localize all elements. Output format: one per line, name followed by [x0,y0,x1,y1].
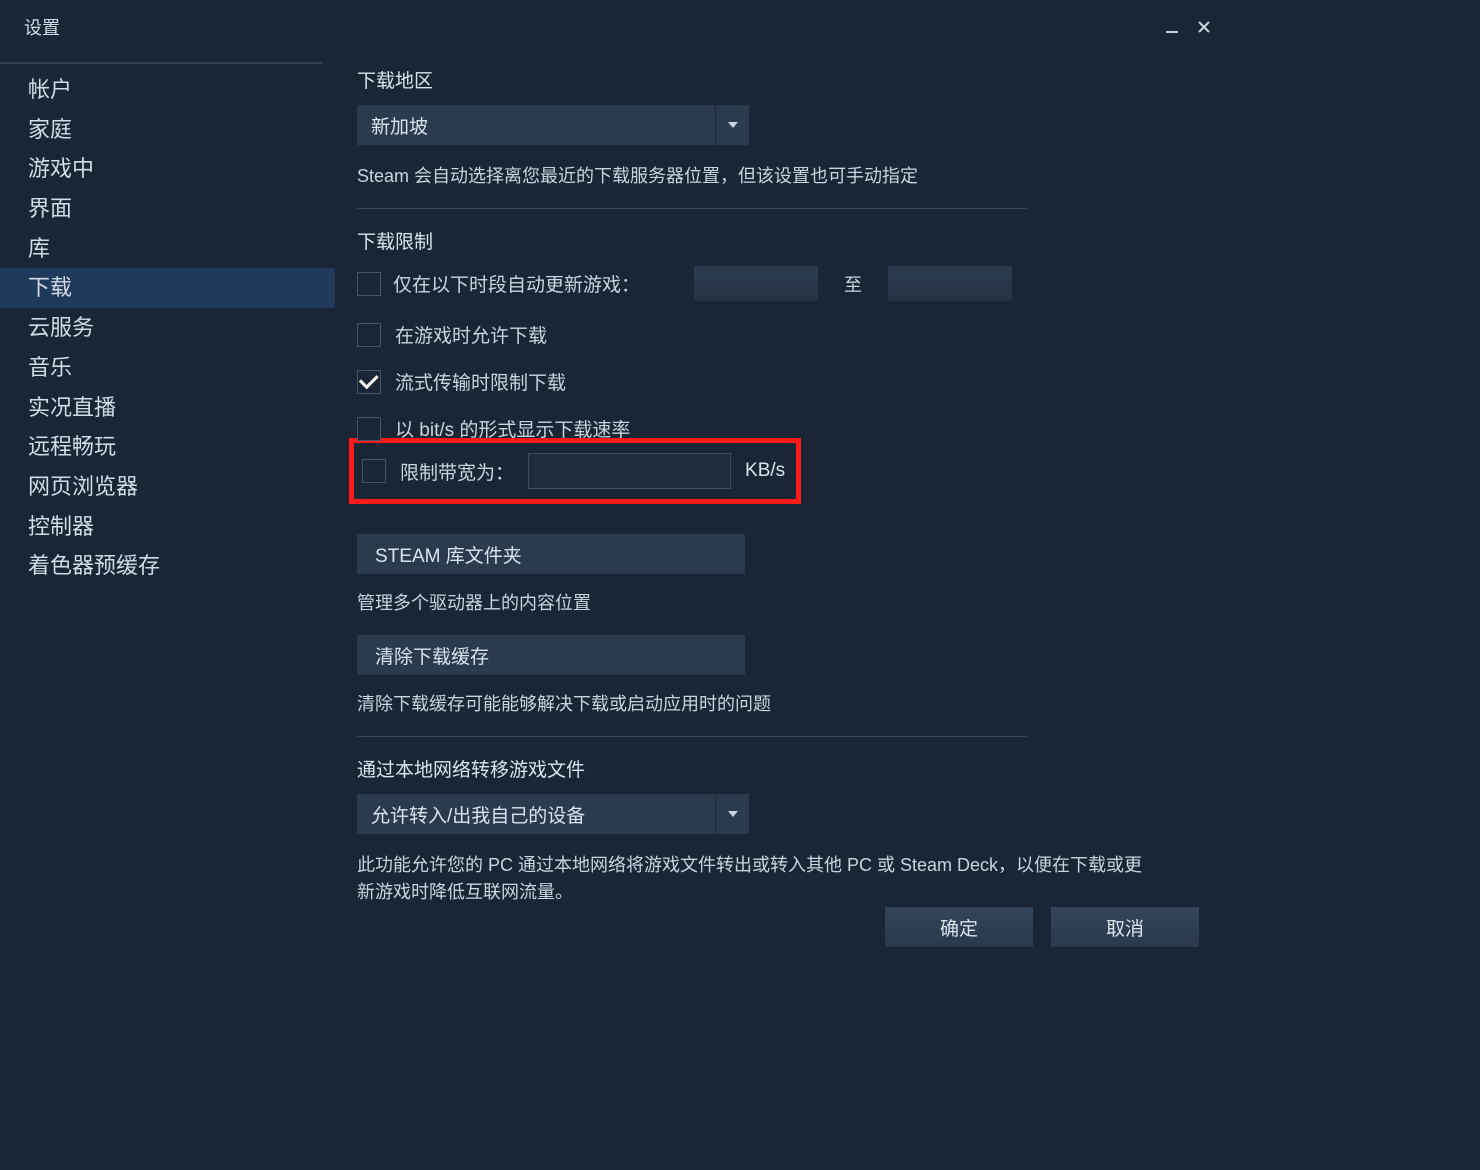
lan-transfer-value: 允许转入/出我自己的设备 [357,794,715,834]
divider [357,736,1027,737]
bandwidth-unit: KB/s [745,460,785,482]
bandwidth-input[interactable] [528,453,731,489]
minimize-icon[interactable] [1161,16,1183,38]
download-region-value: 新加坡 [357,105,715,145]
allow-download-while-playing-checkbox[interactable] [357,323,381,347]
auto-update-schedule-row: 仅在以下时段自动更新游戏： 至 [357,266,1185,301]
sidebar-item-family[interactable]: 家庭 [0,110,335,150]
sidebar-item-cloud[interactable]: 云服务 [0,308,335,348]
close-icon[interactable] [1193,16,1215,38]
sidebar-item-music[interactable]: 音乐 [0,348,335,388]
sidebar-item-broadcast[interactable]: 实况直播 [0,388,335,428]
sidebar-item-controller[interactable]: 控制器 [0,507,335,547]
auto-update-schedule-label: 仅在以下时段自动更新游戏： [393,270,640,297]
auto-update-schedule-checkbox[interactable] [357,272,381,296]
lan-transfer-dropdown[interactable]: 允许转入/出我自己的设备 [357,794,749,834]
content-panel: 下载地区 新加坡 Steam 会自动选择离您最近的下载服务器位置，但该设置也可手… [335,48,1225,967]
ok-button[interactable]: 确定 [885,907,1033,947]
schedule-to-label: 至 [844,271,862,297]
lan-transfer-heading: 通过本地网络转移游戏文件 [357,755,1185,782]
limit-bandwidth-label: 限制带宽为： [400,458,514,485]
clear-cache-desc: 清除下载缓存可能能够解决下载或启动应用时的问题 [357,691,1185,718]
download-region-desc: Steam 会自动选择离您最近的下载服务器位置，但该设置也可手动指定 [357,163,1185,190]
window-controls [1161,16,1215,38]
sidebar-item-shader-cache[interactable]: 着色器预缓存 [0,546,335,586]
window-title: 设置 [24,14,60,40]
allow-download-while-playing-row: 在游戏时允许下载 [357,321,1185,348]
sidebar-item-remote-play[interactable]: 远程畅玩 [0,427,335,467]
chevron-down-icon[interactable] [715,794,749,834]
download-region-heading: 下载地区 [357,66,1185,93]
library-folders-button[interactable]: STEAM 库文件夹 [357,534,745,574]
sidebar-item-in-game[interactable]: 游戏中 [0,149,335,189]
dialog-footer: 确定 取消 [0,897,1199,957]
manage-content-desc: 管理多个驱动器上的内容位置 [357,590,1185,617]
limit-bandwidth-row: 限制带宽为： KB/s [362,453,788,489]
throttle-while-streaming-row: 流式传输时限制下载 [357,368,1185,395]
show-bits-label: 以 bit/s 的形式显示下载速率 [395,415,630,442]
sidebar-item-library[interactable]: 库 [0,229,335,269]
titlebar: 设置 [0,0,1225,48]
clear-cache-button[interactable]: 清除下载缓存 [357,635,745,675]
throttle-while-streaming-checkbox[interactable] [357,370,381,394]
divider [357,208,1027,209]
limit-bandwidth-checkbox[interactable] [362,459,386,483]
allow-download-while-playing-label: 在游戏时允许下载 [395,321,547,348]
sidebar-divider [0,62,323,64]
throttle-while-streaming-label: 流式传输时限制下载 [395,368,566,395]
sidebar-item-interface[interactable]: 界面 [0,189,335,229]
schedule-start-input[interactable] [694,266,818,301]
sidebar-item-account[interactable]: 帐户 [0,70,335,110]
sidebar: 帐户 家庭 游戏中 界面 库 下载 云服务 音乐 实况直播 远程畅玩 网页浏览器… [0,48,335,967]
cancel-button[interactable]: 取消 [1051,907,1199,947]
settings-window: 设置 帐户 家庭 游戏中 界面 库 下载 云服务 音乐 实况直播 远程畅玩 网页… [0,0,1225,967]
download-region-dropdown[interactable]: 新加坡 [357,105,749,145]
sidebar-item-web-browser[interactable]: 网页浏览器 [0,467,335,507]
download-limit-heading: 下载限制 [357,227,1185,254]
bandwidth-limit-highlight: 限制带宽为： KB/s [349,438,801,504]
sidebar-item-downloads[interactable]: 下载 [0,268,335,308]
show-bits-checkbox[interactable] [357,417,381,441]
schedule-end-input[interactable] [888,266,1012,301]
chevron-down-icon[interactable] [715,105,749,145]
